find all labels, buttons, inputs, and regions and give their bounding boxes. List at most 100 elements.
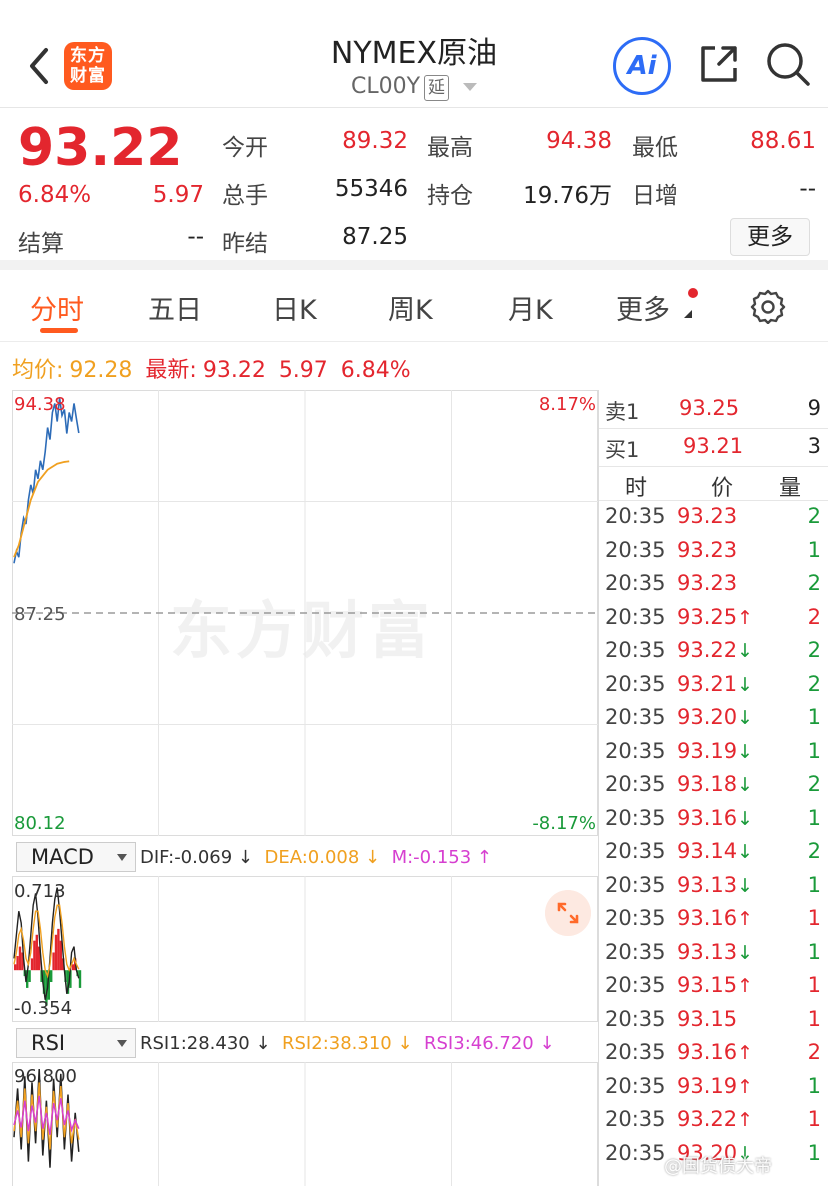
tick-price: 93.15↑	[677, 973, 754, 997]
y-top-label: 94.38	[14, 394, 66, 415]
tick-time: 20:35	[605, 1140, 666, 1165]
tick-time: 20:35	[605, 705, 666, 729]
divider	[599, 500, 828, 501]
volume-value: 55346	[334, 176, 408, 202]
tab-intraday[interactable]: 分时	[30, 288, 84, 327]
tab-monthly-k[interactable]: 月K	[508, 288, 553, 327]
macd-indicator-select[interactable]: MACD	[16, 842, 136, 872]
macd-histogram-bar	[30, 958, 34, 971]
sell-qty: 9	[807, 396, 821, 420]
change-percent: 6.84%	[18, 182, 92, 208]
divider	[599, 466, 828, 467]
contract-code: CL00Y	[350, 74, 421, 99]
rsi-chart[interactable]	[12, 1062, 598, 1186]
sell-row: 卖1 93.25 9	[599, 396, 828, 432]
corner-triangle-icon	[684, 310, 692, 318]
rsi-indicator-select[interactable]: RSI	[16, 1028, 136, 1058]
macd-histogram-bar	[18, 946, 22, 971]
up-arrow-icon: ↑	[737, 1042, 754, 1064]
prev-settlement-value: 87.25	[342, 224, 408, 250]
y-bottom-label: 80.12	[14, 813, 66, 834]
tick-time: 20:35	[605, 939, 666, 964]
tick-row: 20:35 93.16↓ 1	[599, 806, 828, 839]
tick-price: 93.25↑	[677, 604, 754, 629]
macd-chart[interactable]	[12, 876, 598, 1022]
macd-histogram-bar	[52, 952, 55, 971]
chevron-down-icon	[463, 83, 478, 91]
settlement-value: --	[187, 224, 204, 250]
high-value: 94.38	[546, 128, 612, 154]
open-interest-value: 19.76万	[523, 183, 612, 209]
macd-histogram-bar	[35, 934, 38, 971]
tick-row: 20:35 93.15 1	[599, 1007, 828, 1040]
tick-qty: 1	[807, 537, 821, 562]
tick-row: 20:35 93.18↓ 2	[599, 772, 828, 805]
down-arrow-icon: ↓	[737, 707, 754, 729]
low-label: 最低	[632, 135, 678, 161]
active-tab-indicator	[40, 328, 78, 333]
macd-histogram-bar	[16, 956, 19, 971]
down-arrow-icon: ↓	[737, 740, 754, 763]
tick-price: 93.14↓	[677, 839, 754, 863]
macd-dea: DEA:0.008 ↓	[264, 847, 381, 868]
rsi-select-label: RSI	[31, 1031, 66, 1055]
tick-price: 93.16↓	[677, 805, 754, 830]
tick-row: 20:35 93.15↑ 1	[599, 973, 828, 1006]
volume-label: 总手	[222, 183, 268, 209]
search-icon[interactable]	[764, 40, 812, 88]
tick-time: 20:35	[605, 571, 666, 595]
header-price: 价	[711, 476, 734, 501]
macd-histogram-bar	[28, 970, 31, 983]
ticks-header: 时 价 量	[599, 470, 828, 502]
expand-icon[interactable]	[545, 890, 591, 936]
macd-values: DIF:-0.069 ↓ DEA:0.008 ↓ M:-0.153 ↑	[140, 847, 492, 868]
rsi2-value: RSI2:38.310 ↓	[282, 1033, 413, 1054]
down-arrow-icon: ↓	[737, 941, 754, 964]
tick-row: 20:35 93.16↑ 2	[599, 1040, 828, 1073]
tick-time: 20:35	[605, 973, 666, 997]
divider	[599, 428, 828, 429]
macd-histogram-bar	[59, 940, 62, 971]
more-quote-button[interactable]: 更多	[730, 218, 810, 256]
ticks-list[interactable]: 20:35 93.23 2 20:35 93.23 1 20:35 93.23 2 20:35 93…	[599, 504, 828, 1186]
tab-more[interactable]: 更多	[616, 288, 670, 327]
tick-qty: 1	[807, 705, 821, 729]
buy-label: 买1	[605, 438, 640, 462]
weibo-credit: @国货债大帝	[664, 1156, 772, 1177]
tick-price: 93.19↓	[677, 738, 754, 763]
tick-price: 93.23	[677, 504, 738, 528]
tab-weekly-k[interactable]: 周K	[388, 288, 433, 327]
tick-time: 20:35	[605, 1006, 666, 1031]
tick-qty: 2	[807, 671, 821, 696]
buy-row: 买1 93.21 3	[599, 434, 828, 470]
open-value: 89.32	[342, 128, 408, 154]
tab-daily-k[interactable]: 日K	[272, 288, 317, 327]
tick-qty: 1	[807, 1073, 821, 1098]
tick-time: 20:35	[605, 1107, 666, 1131]
sell-price: 93.25	[679, 396, 740, 420]
gear-icon[interactable]	[750, 288, 786, 324]
ai-assistant-button[interactable]: Ai	[613, 37, 671, 95]
price-chart[interactable]	[12, 390, 598, 836]
up-arrow-icon: ↑	[737, 975, 754, 997]
tick-price: 93.15	[677, 1006, 738, 1031]
up-arrow-icon: ↑	[737, 1075, 754, 1098]
header-time: 时	[625, 476, 648, 501]
tick-price: 93.13↓	[677, 872, 754, 897]
avg-price-line	[13, 460, 70, 558]
tick-row: 20:35 93.19↓ 1	[599, 739, 828, 772]
rsi-y-top-label: 96.800	[14, 1066, 77, 1087]
share-icon[interactable]	[697, 42, 741, 86]
tick-row: 20:35 93.25↑ 2	[599, 605, 828, 638]
tick-time: 20:35	[605, 872, 666, 897]
tick-price: 93.16↑	[677, 1040, 754, 1064]
header-qty: 量	[779, 476, 802, 501]
tab-five-day[interactable]: 五日	[148, 288, 202, 327]
up-arrow-icon: ↑	[737, 1109, 754, 1131]
tick-qty: 2	[807, 604, 821, 629]
settlement-label: 结算	[18, 231, 64, 257]
tick-time: 20:35	[605, 504, 666, 528]
tick-qty: 1	[807, 805, 821, 830]
open-label: 今开	[222, 135, 268, 161]
rsi-values: RSI1:28.430 ↓ RSI2:38.310 ↓ RSI3:46.720 …	[140, 1033, 555, 1054]
